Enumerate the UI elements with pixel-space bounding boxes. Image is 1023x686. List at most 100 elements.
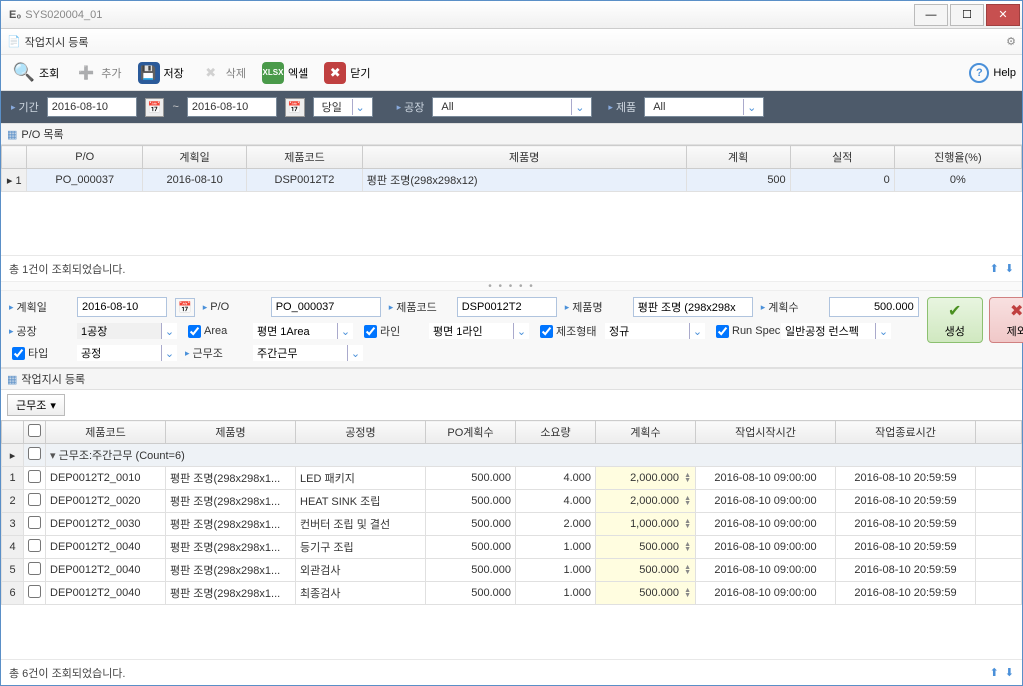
page-icon: 📄 [7, 35, 21, 48]
wo-row[interactable]: 3DEP0012T2_0030평판 조명(298x298x1...컨버터 조립 … [2, 513, 1022, 536]
save-icon: 💾 [138, 62, 160, 84]
select-all-checkbox[interactable] [28, 424, 41, 437]
page-title: 작업지시 등록 [25, 34, 1006, 50]
area-select[interactable]: 평면 1Area⌄ [253, 323, 353, 339]
scroll-down-icon[interactable]: ⬇ [1005, 666, 1014, 679]
wo-grid[interactable]: 제품코드 제품명 공정명 PO계획수 소요량 계획수 작업시작시간 작업종료시간… [1, 420, 1022, 659]
row-checkbox[interactable] [28, 585, 41, 598]
po-section-title: P/O 목록 [21, 126, 63, 142]
area-checkbox[interactable] [188, 325, 201, 338]
search-icon: 🔍 [13, 62, 35, 84]
chevron-down-icon: ⌄ [161, 323, 177, 339]
prodcode-input [457, 297, 557, 317]
window-title: SYS020004_01 [25, 9, 914, 21]
wo-row[interactable]: 4DEP0012T2_0040평판 조명(298x298x1...등기구 조립5… [2, 536, 1022, 559]
product-select[interactable]: All ⌄ [644, 97, 764, 117]
spinner-icon[interactable]: ▲▼ [684, 588, 691, 598]
scroll-down-icon[interactable]: ⬇ [1005, 262, 1014, 275]
group-by-button[interactable]: 근무조 ▾ [7, 394, 65, 416]
period-label: 기간 [11, 99, 39, 115]
grid-icon: ▦ [7, 128, 17, 141]
exclude-button[interactable]: ✖ 제외 [989, 297, 1023, 343]
excel-button[interactable]: XLSX 엑셀 [256, 58, 314, 88]
calendar-icon[interactable]: 📅 [285, 98, 305, 117]
scroll-up-icon[interactable]: ⬆ [990, 666, 999, 679]
mfgtype-select[interactable]: 정규⌄ [605, 323, 705, 339]
splitter[interactable]: • • • • • [1, 281, 1022, 291]
wo-row[interactable]: 1DEP0012T2_0010평판 조명(298x298x1...LED 패키지… [2, 467, 1022, 490]
shift-select[interactable]: 주간근무⌄ [253, 345, 363, 361]
app-icon: E₀ [9, 9, 21, 21]
line-checkbox[interactable] [364, 325, 377, 338]
shift-label: 근무조 [185, 345, 245, 361]
factory-select[interactable]: All ⌄ [432, 97, 592, 117]
spinner-icon[interactable]: ▲▼ [684, 519, 691, 529]
filter-bar: 기간 📅 ~ 📅 당일 ⌄ 공장 All ⌄ 제품 All ⌄ [1, 91, 1022, 123]
spinner-icon[interactable]: ▲▼ [684, 565, 691, 575]
minimize-button[interactable]: — [914, 4, 948, 26]
excel-icon: XLSX [262, 62, 284, 84]
runspec-select[interactable]: 일반공정 런스펙⌄ [781, 323, 891, 339]
wo-header-row: 제품코드 제품명 공정명 PO계획수 소요량 계획수 작업시작시간 작업종료시간 [2, 421, 1022, 444]
row-checkbox[interactable] [28, 562, 41, 575]
cancel-icon: ✖ [1010, 301, 1023, 321]
date-from-input[interactable] [47, 97, 137, 117]
add-button[interactable]: ➕ 추가 [69, 58, 127, 88]
help-button[interactable]: ? Help [969, 63, 1016, 83]
spinner-icon[interactable]: ▲▼ [684, 473, 691, 483]
line-select[interactable]: 평면 1라인⌄ [429, 323, 529, 339]
row-checkbox[interactable] [28, 493, 41, 506]
period-type-select[interactable]: 당일 ⌄ [313, 97, 373, 117]
page-header: 📄 작업지시 등록 ⚙ [1, 29, 1022, 55]
group-row[interactable]: ▸ ▾ 근무조:주간근무 (Count=6) [2, 444, 1022, 467]
delete-button[interactable]: ✖ 삭제 [194, 58, 252, 88]
chevron-down-icon: ⌄ [571, 99, 587, 115]
delete-label: 삭제 [226, 65, 246, 81]
type-checkbox[interactable] [12, 347, 25, 360]
plan-date-input[interactable] [77, 297, 167, 317]
chevron-down-icon: ⌄ [689, 323, 705, 339]
planqty-input [829, 297, 919, 317]
spinner-icon[interactable]: ▲▼ [684, 542, 691, 552]
wo-section-title: 작업지시 등록 [21, 371, 85, 387]
main-toolbar: 🔍 조회 ➕ 추가 💾 저장 ✖ 삭제 XLSX 엑셀 ✖ 닫기 ? Help [1, 55, 1022, 91]
type-label: 타입 [9, 345, 69, 361]
spinner-icon[interactable]: ▲▼ [684, 496, 691, 506]
generate-button[interactable]: ✔ 생성 [927, 297, 983, 343]
calendar-icon[interactable]: 📅 [145, 98, 165, 117]
wo-row[interactable]: 6DEP0012T2_0040평판 조명(298x298x1...최종검사500… [2, 582, 1022, 605]
factory-select[interactable]: 1공장⌄ [77, 323, 177, 339]
row-checkbox[interactable] [28, 470, 41, 483]
mfgtype-label: 제조형태 [537, 323, 597, 339]
group-checkbox[interactable] [28, 447, 41, 460]
close-window-button[interactable]: ✕ [986, 4, 1020, 26]
delete-icon: ✖ [200, 62, 222, 84]
type-select[interactable]: 공정⌄ [77, 345, 177, 361]
chevron-down-icon: ⌄ [352, 99, 368, 115]
wo-row[interactable]: 5DEP0012T2_0040평판 조명(298x298x1...외관검사500… [2, 559, 1022, 582]
maximize-button[interactable]: ☐ [950, 4, 984, 26]
row-checkbox[interactable] [28, 539, 41, 552]
add-icon: ➕ [75, 62, 97, 84]
scroll-up-icon[interactable]: ⬆ [990, 262, 999, 275]
save-button[interactable]: 💾 저장 [132, 58, 190, 88]
wo-row[interactable]: 2DEP0012T2_0020평판 조명(298x298x1...HEAT SI… [2, 490, 1022, 513]
runspec-checkbox[interactable] [716, 325, 729, 338]
runspec-label: Run Spec [713, 325, 773, 338]
wo-section-header: ▦ 작업지시 등록 [1, 368, 1022, 390]
po-grid[interactable]: P/O 계획일 제품코드 제품명 계획 실적 진행율(%) ▸ 1 PO_000… [1, 145, 1022, 255]
titlebar: E₀ SYS020004_01 — ☐ ✕ [1, 1, 1022, 29]
calendar-icon[interactable]: 📅 [175, 298, 195, 317]
mfgtype-checkbox[interactable] [540, 325, 553, 338]
po-row[interactable]: ▸ 1 PO_000037 2016-08-10 DSP0012T2 평판 조명… [2, 169, 1022, 192]
date-to-input[interactable] [187, 97, 277, 117]
save-label: 저장 [164, 65, 184, 81]
settings-gear-icon[interactable]: ⚙ [1006, 35, 1016, 48]
chevron-down-icon: ⌄ [161, 345, 177, 361]
close-button[interactable]: ✖ 닫기 [318, 58, 376, 88]
form-area: 계획일 📅 P/O 제품코드 제품명 계획수 공장 1공장⌄ Area 평면 1… [1, 291, 1022, 368]
row-checkbox[interactable] [28, 516, 41, 529]
search-button[interactable]: 🔍 조회 [7, 58, 65, 88]
excel-label: 엑셀 [288, 65, 308, 81]
factory-label: 공장 [397, 99, 425, 115]
